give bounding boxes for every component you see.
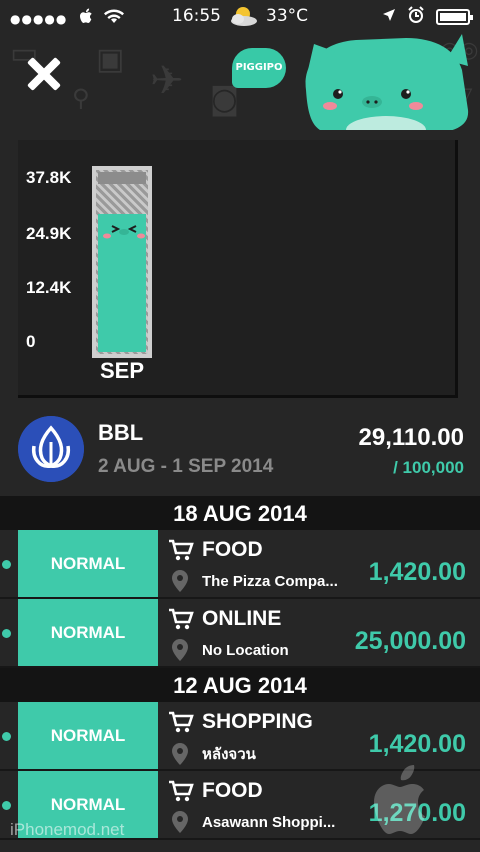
transaction-type[interactable]: NORMAL: [18, 702, 158, 769]
transaction-amount: 1,420.00: [368, 558, 466, 586]
battery-icon: [436, 8, 473, 25]
close-button[interactable]: [22, 52, 66, 96]
row-indicator-dot: [2, 629, 11, 638]
location-row: หลังจวน: [172, 742, 256, 766]
transaction-category: FOOD: [202, 538, 263, 561]
transaction-category: FOOD: [202, 779, 263, 802]
transaction-location: หลังจวน: [202, 746, 256, 763]
signal-indicator: ●●●●●: [10, 8, 125, 27]
cart-icon: [168, 608, 194, 630]
row-indicator-dot: [2, 560, 11, 569]
row-indicator-dot: [2, 732, 11, 741]
transaction-category: SHOPPING: [202, 710, 313, 733]
temperature: 33°C: [266, 6, 309, 26]
account-summary[interactable]: BBL 2 AUG - 1 SEP 2014 29,110.00 / 100,0…: [0, 408, 480, 496]
alarm-icon: [408, 6, 424, 23]
transaction-location: No Location: [202, 641, 289, 659]
clock: 16:55: [172, 6, 221, 26]
app-header: ▭ ▣ ✈ ⚲ ◙ ◎◎ ▽ PIGGIPO: [0, 34, 480, 130]
airplane-icon: ✈: [150, 58, 184, 104]
bar-category-label: SEP: [99, 358, 145, 383]
y-tick-label: 37.8K: [26, 168, 72, 187]
transaction-category: ONLINE: [202, 607, 282, 630]
transaction-location: Asawann Shoppi...: [202, 813, 336, 831]
transaction-type[interactable]: NORMAL: [18, 599, 158, 666]
location-row: No Location: [172, 639, 289, 661]
cart-icon: [168, 539, 194, 561]
category-row: FOOD: [168, 538, 263, 568]
date-group-header: 18 AUG 2014: [0, 496, 480, 530]
spending-chart: 37.8K 24.9K 12.4K 0 SEP: [18, 140, 458, 398]
transaction-amount: 1,420.00: [368, 730, 466, 758]
picture-icon: ▣: [96, 42, 125, 77]
piggipo-badge: PIGGIPO: [232, 48, 286, 88]
bar-fill: [98, 214, 146, 352]
chart-bar-sep[interactable]: [92, 166, 152, 358]
wifi-icon: [104, 9, 125, 23]
transaction-row[interactable]: NORMAL FOOD The Pizza Compa... 1,420.00: [0, 530, 480, 599]
bar-cap: [98, 172, 146, 184]
location-pin-icon: [172, 811, 188, 833]
location-row: Asawann Shoppi...: [172, 811, 335, 833]
y-tick-label: 24.9K: [26, 224, 72, 243]
transaction-location: The Pizza Compa...: [202, 572, 338, 590]
transaction-amount: 25,000.00: [354, 627, 466, 655]
category-row: FOOD: [168, 779, 263, 809]
category-row: ONLINE: [168, 607, 281, 637]
account-name: BBL: [98, 420, 144, 445]
location-pin-icon: [172, 570, 188, 592]
row-indicator-dot: [2, 801, 11, 810]
bar-pig-face-icon: [103, 225, 145, 239]
cart-icon: [168, 711, 194, 733]
carrier-apple-icon: [79, 8, 92, 23]
y-tick-label: 12.4K: [26, 278, 72, 297]
cart-icon: [168, 780, 194, 802]
watermark-text: iPhonemod.net: [10, 820, 125, 839]
date-group-header: 12 AUG 2014: [0, 668, 480, 702]
location-bg-icon: ⚲: [72, 84, 90, 112]
date-range: 2 AUG - 1 SEP 2014: [98, 456, 274, 477]
transaction-type[interactable]: NORMAL: [18, 530, 158, 597]
apple-watermark-icon: [374, 765, 425, 834]
status-right: [382, 6, 473, 25]
transaction-row[interactable]: NORMAL ONLINE No Location 25,000.00: [0, 599, 480, 668]
status-bar: ●●●●● 16:55 33°C: [0, 0, 480, 34]
bbl-lotus-logo-icon: [18, 416, 84, 482]
location-pin-icon: [172, 639, 188, 661]
location-row: The Pizza Compa...: [172, 570, 338, 592]
location-pin-icon: [172, 743, 188, 765]
partly-cloudy-icon: [231, 7, 257, 26]
category-row: SHOPPING: [168, 710, 313, 740]
piggy-mascot-icon: [305, 34, 469, 130]
y-tick-label: 0: [26, 332, 36, 351]
location-arrow-icon: [382, 9, 395, 21]
budget-limit: / 100,000: [393, 458, 464, 477]
total-spent: 29,110.00: [358, 424, 464, 451]
